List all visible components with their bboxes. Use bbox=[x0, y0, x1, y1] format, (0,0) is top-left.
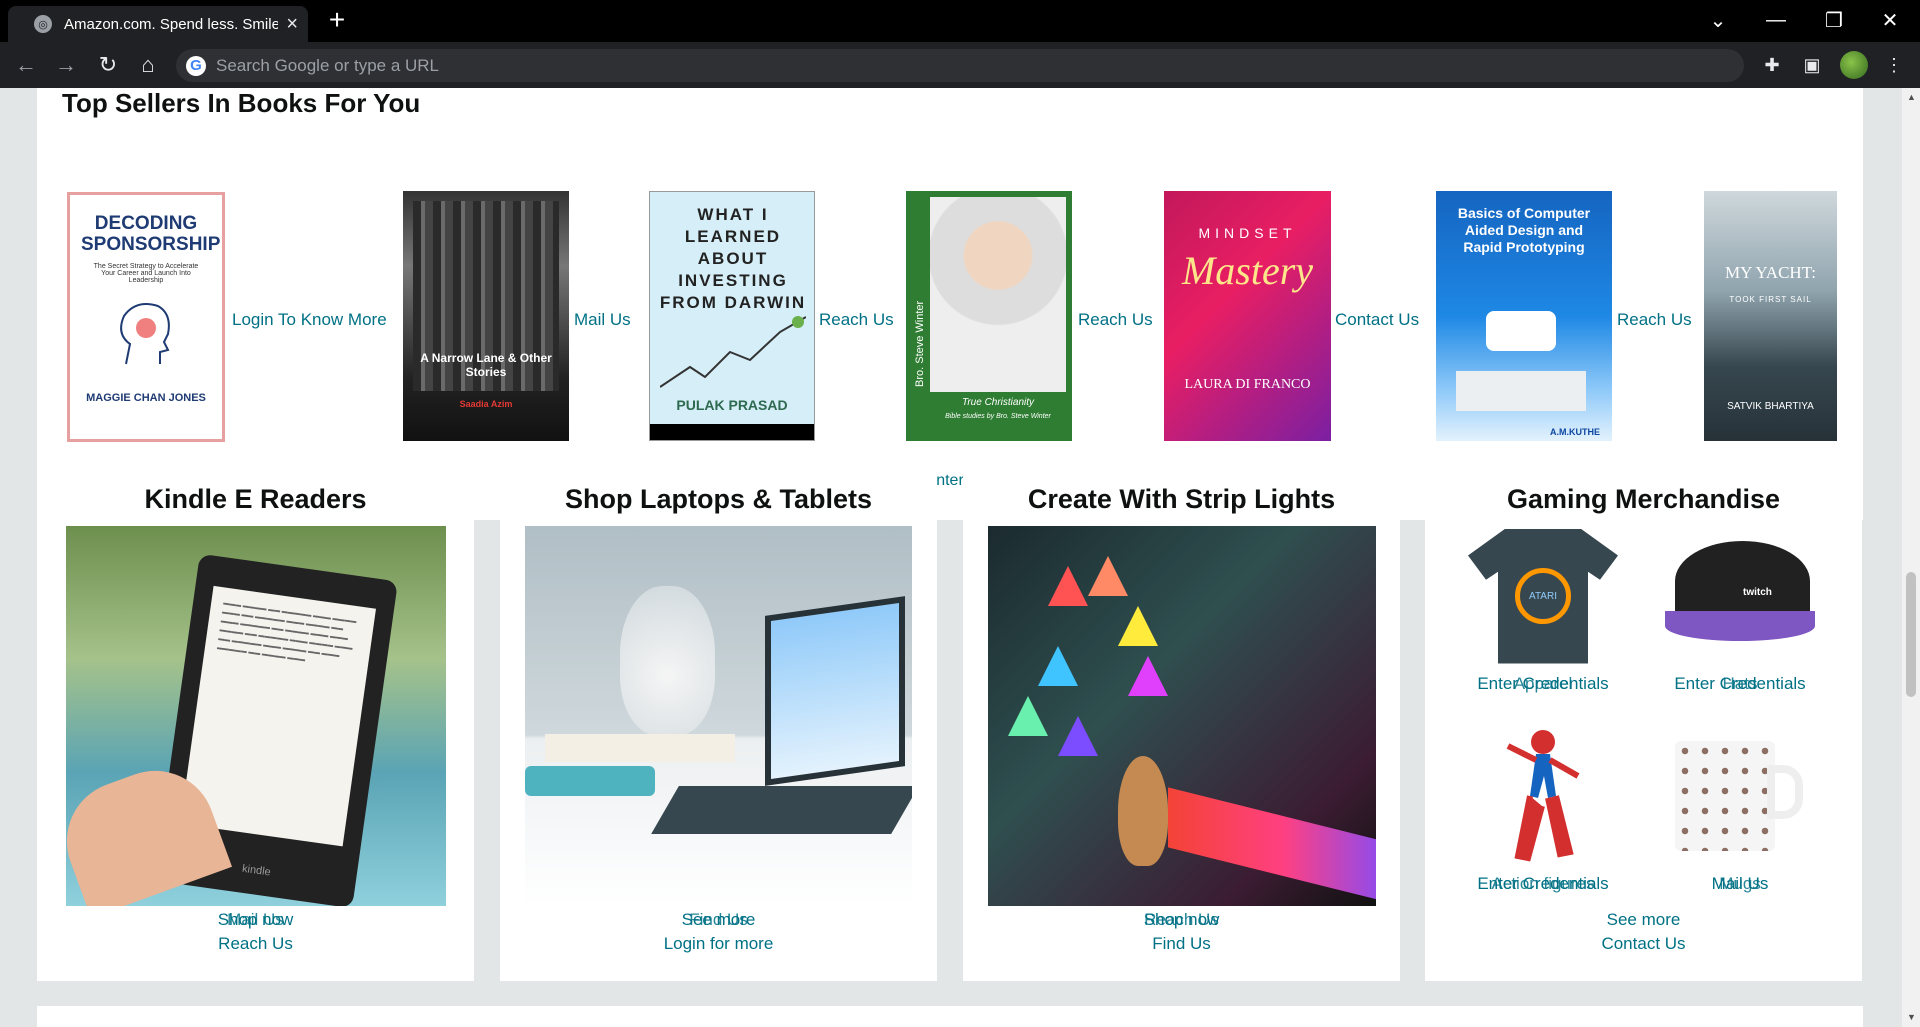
home-icon[interactable]: ⌂ bbox=[134, 51, 162, 79]
book-link-1[interactable]: Login To Know More bbox=[232, 310, 387, 330]
card-kindle: Kindle E Readers ▬▬▬ ▬▬▬▬ ▬▬ ▬▬▬▬▬ ▬▬▬ ▬… bbox=[37, 456, 474, 981]
cover-title: A Narrow Lane & Other Stories bbox=[420, 351, 552, 379]
menu-icon[interactable]: ⋮ bbox=[1880, 51, 1908, 79]
apparel-image[interactable]: ATARI bbox=[1453, 526, 1633, 666]
book-link-4[interactable]: Reach Us bbox=[1078, 310, 1153, 330]
lights-link-secondary[interactable]: Find Us bbox=[963, 934, 1400, 954]
book-link-6[interactable]: Reach Us bbox=[1617, 310, 1692, 330]
scrollbar-thumb[interactable] bbox=[1906, 572, 1916, 697]
cover-title: Mastery bbox=[1181, 248, 1314, 293]
book-cover-narrow-lane[interactable]: A Narrow Lane & Other Stories Saadia Azi… bbox=[403, 191, 569, 441]
hats-image[interactable]: twitch bbox=[1650, 526, 1830, 666]
book-cover-cad[interactable]: Basics of Computer Aided Design and Rapi… bbox=[1436, 191, 1612, 441]
mail-us-link[interactable]: Mail Us bbox=[227, 910, 284, 929]
gaming-item-1-label[interactable]: Apparel bbox=[1453, 674, 1633, 694]
cover-pretitle: MINDSET bbox=[1198, 225, 1297, 241]
cover-author: Bro. Steve Winter bbox=[914, 300, 926, 387]
book-link-2[interactable]: Mail Us bbox=[574, 310, 631, 330]
cover-title: True Christianity bbox=[961, 397, 1035, 408]
section-title: Top Sellers In Books For You bbox=[62, 88, 421, 118]
card-gaming-merchandise: Gaming Merchandise ATARI Enter Credentia… bbox=[1425, 456, 1862, 981]
card-strip-lights: Create With Strip Lights Shop now Reach … bbox=[963, 456, 1400, 981]
strip-lights-image[interactable] bbox=[988, 526, 1376, 906]
kindle-image[interactable]: ▬▬▬ ▬▬▬▬ ▬▬ ▬▬▬▬▬ ▬▬▬ ▬▬▬▬ ▬▬▬ ▬▬ ▬▬▬▬▬ … bbox=[66, 526, 446, 906]
cover-author: PULAK PRASAD bbox=[676, 397, 788, 413]
cover-author: MAGGIE CHAN JONES bbox=[86, 392, 206, 404]
laptops-link-overlap[interactable]: Find Us bbox=[500, 910, 937, 930]
globe-icon: ◎ bbox=[34, 15, 52, 33]
gaming-item-3-label[interactable]: Action figures bbox=[1453, 874, 1633, 894]
forward-icon[interactable]: → bbox=[52, 51, 80, 79]
card-title: Create With Strip Lights bbox=[1027, 484, 1336, 514]
card-title: Shop Laptops & Tablets bbox=[564, 484, 872, 514]
minimize-button[interactable]: — bbox=[1748, 0, 1804, 40]
head-illustration bbox=[120, 303, 170, 365]
cover-author: SATVIK BHARTIYA bbox=[1727, 401, 1814, 412]
cover-title: DECODING SPONSORSHIP bbox=[81, 213, 221, 255]
close-tab-icon[interactable]: × bbox=[286, 13, 298, 36]
action-figures-image[interactable] bbox=[1453, 726, 1633, 866]
browser-toolbar: ← → ↻ ⌂ G Search Google or type a URL ✚ … bbox=[0, 42, 1920, 88]
book-link-5[interactable]: Contact Us bbox=[1335, 310, 1419, 330]
laptop-image[interactable] bbox=[525, 526, 912, 906]
book-cover-mindset-mastery[interactable]: MINDSET Mastery LAURA DI FRANCO bbox=[1164, 191, 1331, 441]
browser-tab[interactable]: ◎ Amazon.com. Spend less. Smile more. × bbox=[8, 6, 308, 42]
scrollbar[interactable]: ▲ ▼ bbox=[1902, 88, 1920, 1027]
gaming-item-4-label[interactable]: Mugs bbox=[1650, 874, 1830, 894]
extensions-icon[interactable]: ✚ bbox=[1758, 51, 1786, 79]
cover-title: Basics of Computer Aided Design and Rapi… bbox=[1457, 205, 1591, 255]
book-cover-true-christianity[interactable]: Bro. Steve Winter True Christianity Bibl… bbox=[906, 191, 1072, 441]
gaming-contact-link[interactable]: Contact Us bbox=[1425, 934, 1862, 954]
kindle-link-secondary[interactable]: Reach Us bbox=[37, 934, 474, 954]
next-section-card bbox=[37, 1006, 1863, 1027]
scroll-down-icon[interactable]: ▼ bbox=[1907, 1012, 1916, 1022]
omnibox[interactable]: G Search Google or type a URL bbox=[176, 49, 1744, 82]
book-link-3[interactable]: Reach Us bbox=[819, 310, 894, 330]
card-laptops: Shop Laptops & Tablets See more Find Us … bbox=[500, 456, 937, 981]
cover-author: LAURA DI FRANCO bbox=[1184, 377, 1311, 392]
book-cover-my-yacht[interactable]: MY YACHT: TOOK FIRST SAIL SATVIK BHARTIY… bbox=[1704, 191, 1837, 441]
page-viewport: Top Sellers In Books For You DECODING SP… bbox=[0, 88, 1902, 1027]
cover-subtitle: Bible studies by Bro. Steve Winter bbox=[945, 413, 1051, 420]
tab-title: Amazon.com. Spend less. Smile more. bbox=[64, 15, 279, 33]
tab-list-button[interactable]: ⌄ bbox=[1690, 0, 1746, 40]
tab-strip: ◎ Amazon.com. Spend less. Smile more. × … bbox=[0, 0, 1920, 42]
new-tab-button[interactable]: + bbox=[322, 6, 352, 36]
cover-author: A.M.KUTHE bbox=[1550, 427, 1600, 437]
lights-link-overlap[interactable]: Reach Us bbox=[963, 910, 1400, 930]
card-title: Kindle E Readers bbox=[144, 484, 367, 514]
kindle-link-overlap[interactable]: Mail Us bbox=[37, 910, 474, 930]
close-window-button[interactable]: ✕ bbox=[1862, 0, 1918, 40]
book-cover-decoding-sponsorship[interactable]: DECODING SPONSORSHIP The Secret Strategy… bbox=[67, 192, 225, 442]
side-panel-icon[interactable]: ▣ bbox=[1798, 51, 1826, 79]
profile-avatar[interactable] bbox=[1840, 51, 1868, 79]
reload-icon[interactable]: ↻ bbox=[94, 51, 122, 79]
laptops-link-secondary[interactable]: Login for more bbox=[500, 934, 937, 954]
restore-button[interactable]: ❐ bbox=[1806, 0, 1862, 40]
cover-subtitle: TOOK FIRST SAIL bbox=[1729, 295, 1812, 304]
omnibox-placeholder: Search Google or type a URL bbox=[216, 55, 440, 75]
gaming-see-more-link[interactable]: See more bbox=[1425, 910, 1862, 930]
cover-title: WHAT I LEARNED ABOUT INVESTING FROM DARW… bbox=[659, 205, 807, 312]
cover-author: Saadia Azim bbox=[459, 399, 513, 409]
cover-subtitle: The Secret Strategy to Accelerate Your C… bbox=[93, 263, 199, 284]
back-icon[interactable]: ← bbox=[12, 51, 40, 79]
scroll-up-icon[interactable]: ▲ bbox=[1907, 92, 1916, 102]
book-cover-darwin[interactable]: WHAT I LEARNED ABOUT INVESTING FROM DARW… bbox=[649, 191, 815, 441]
card-title: Gaming Merchandise bbox=[1506, 484, 1781, 514]
gaming-item-2-label[interactable]: Hats bbox=[1650, 674, 1830, 694]
google-icon: G bbox=[186, 55, 206, 76]
mugs-image[interactable] bbox=[1650, 726, 1830, 866]
growth-line-icon bbox=[660, 316, 806, 388]
cover-title: MY YACHT: bbox=[1725, 263, 1816, 282]
